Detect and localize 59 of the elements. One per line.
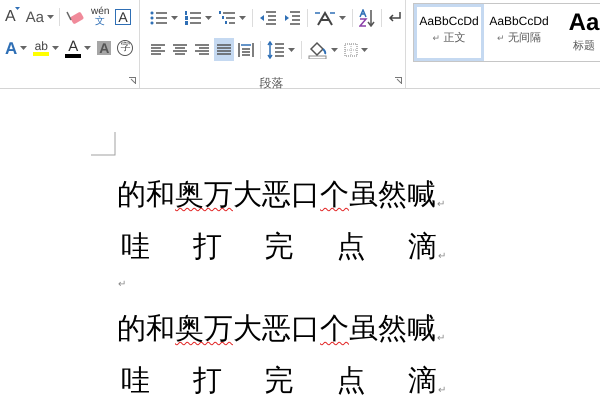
paragraph-text: 的和奥万大恶口个虽然喊 <box>117 315 436 344</box>
style-gallery-item[interactable]: AaBbCcDd ↵ 无间隔 <box>484 4 554 61</box>
font-tool-button[interactable]: A <box>4 6 21 28</box>
dialog-launcher-icon[interactable] <box>395 77 402 84</box>
dropdown-caret-icon <box>84 46 92 50</box>
increase-indent-icon <box>283 10 301 26</box>
dialog-launcher-icon[interactable] <box>129 77 136 84</box>
dropdown-caret-icon <box>205 16 212 20</box>
style-gallery-item[interactable]: Aa 标题 <box>554 4 600 61</box>
sort-icon <box>359 8 375 26</box>
paragraph-mark: ↵ <box>437 334 445 344</box>
character-shading-icon: A <box>97 41 112 55</box>
align-left-icon <box>150 42 166 56</box>
font-tool-button[interactable]: wén 文 <box>90 6 110 28</box>
distributed-text: 哇 打 完 点 滴 <box>120 233 437 262</box>
justify-icon <box>216 42 232 56</box>
dropdown-caret-icon <box>361 48 368 52</box>
paragraph-mark: ↵ <box>437 200 445 210</box>
font-tool-button[interactable]: A <box>114 6 132 28</box>
dropdown-caret-icon <box>331 48 338 52</box>
font-tool-button[interactable]: Aa <box>24 6 56 28</box>
borders-icon <box>344 42 358 56</box>
group-label: 段落 <box>260 75 284 92</box>
page-corner-mark <box>91 132 116 156</box>
paragraph-mark: ↵ <box>438 386 446 396</box>
font-tool-button[interactable]: 字 <box>116 37 134 59</box>
text-effect-icon: A <box>5 40 18 56</box>
paragraph-tool-button[interactable] <box>265 38 297 61</box>
paragraph-tool-button[interactable] <box>357 6 377 29</box>
multilevel-list-icon <box>218 10 236 26</box>
enclose-character-icon: 字 <box>117 40 134 56</box>
distributed-text: 哇 打 完 点 滴 <box>120 367 437 396</box>
font-tool-button[interactable]: ab <box>32 37 60 59</box>
dropdown-caret-icon <box>239 16 246 20</box>
bullet-list-icon <box>150 10 168 26</box>
font-tool-button[interactable]: A <box>64 37 92 59</box>
dropdown-caret-icon <box>52 46 60 50</box>
dropdown-caret-icon <box>171 16 178 20</box>
line-spacing-icon <box>267 40 285 58</box>
dropdown-caret-icon <box>339 16 346 20</box>
style-gallery-item[interactable]: AaBbCcDd ↵ 正文 <box>414 4 484 61</box>
return-arrow-icon <box>388 10 402 24</box>
paint-bucket-icon <box>308 40 328 58</box>
change-case-icon: Aa <box>26 10 44 24</box>
decrease-indent-icon <box>259 10 277 26</box>
numbered-list-icon <box>184 10 202 26</box>
character-border-icon: A <box>115 9 131 25</box>
align-right-icon <box>194 42 210 56</box>
dropdown-caret-icon <box>47 15 54 19</box>
dropdown-caret-icon <box>20 46 28 50</box>
paragraph-tool-button[interactable] <box>214 38 234 61</box>
text-direction-icon <box>314 10 336 26</box>
font-tool-button[interactable]: A <box>4 37 28 59</box>
paragraph-text: 的和奥万大恶口个虽然喊 <box>117 181 436 210</box>
dropdown-caret-icon <box>288 48 295 52</box>
distribute-icon <box>238 42 254 58</box>
align-center-icon <box>172 42 188 56</box>
paragraph-mark: ↵ <box>438 252 446 262</box>
paragraph-mark: ↵ <box>118 278 126 292</box>
